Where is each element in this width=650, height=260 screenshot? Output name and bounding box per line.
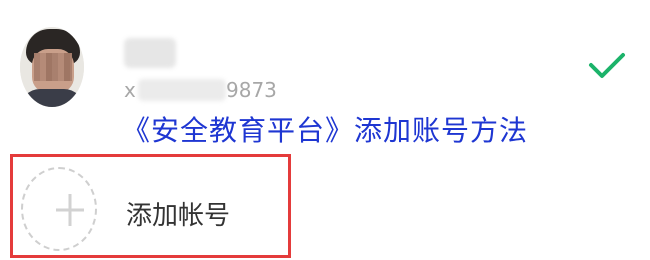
account-row[interactable]: x 9873: [0, 0, 650, 110]
account-id-prefix: x: [124, 78, 136, 102]
account-id-redacted: [138, 79, 226, 101]
face-mosaic: [34, 53, 72, 81]
avatar: [20, 27, 84, 107]
add-account-button[interactable]: 添加帐号: [10, 154, 291, 258]
account-id-suffix: 9873: [226, 78, 277, 102]
tutorial-title: 《安全教育平台》添加账号方法: [121, 114, 528, 147]
add-account-label: 添加帐号: [126, 201, 231, 231]
checkmark-icon: [589, 53, 625, 78]
plus-icon: [56, 194, 84, 226]
account-name-redacted: [124, 38, 176, 68]
add-account-circle: [21, 167, 97, 251]
